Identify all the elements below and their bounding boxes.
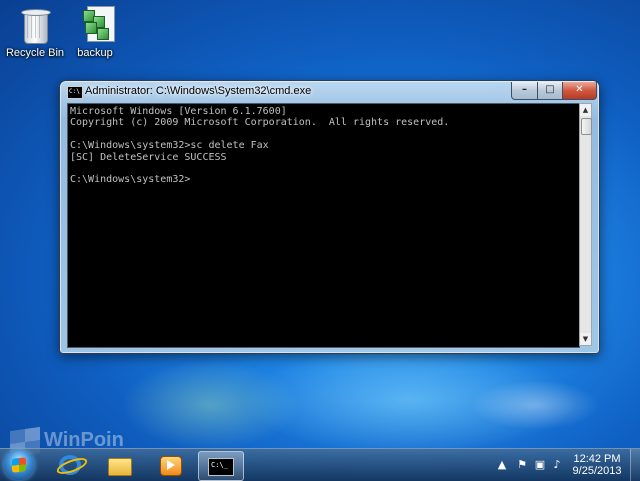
system-tray: ▲ ⚑ ▣ ♪ 12:42 PM 9/25/2013 (490, 449, 640, 481)
console-output: Microsoft Windows [Version 6.1.7600] Cop… (70, 106, 450, 186)
maximize-button[interactable]: □ (537, 82, 563, 100)
windows-flag-icon (12, 457, 26, 473)
clock[interactable]: 12:42 PM 9/25/2013 (570, 453, 624, 477)
cmd-window[interactable]: C:\ Administrator: C:\Windows\System32\c… (59, 80, 600, 354)
show-hidden-icons-arrow-icon[interactable]: ▲ (495, 458, 509, 472)
console-area[interactable]: Microsoft Windows [Version 6.1.7600] Cop… (67, 103, 580, 348)
clock-time: 12:42 PM (573, 453, 621, 465)
command-prompt-icon: C:\_ (208, 458, 234, 476)
recycle-bin-icon (15, 4, 55, 44)
start-button[interactable] (4, 450, 34, 480)
backup-label: backup (77, 47, 113, 59)
taskbar-windows-explorer[interactable] (98, 451, 138, 479)
scroll-thumb[interactable] (581, 118, 592, 135)
action-center-flag-icon[interactable]: ⚑ (515, 458, 529, 472)
minimize-button[interactable]: – (511, 82, 538, 100)
scroll-up-arrow-icon[interactable]: ▲ (580, 104, 591, 116)
cmd-title-icon: C:\ (67, 86, 83, 99)
vertical-scrollbar[interactable]: ▲ ▼ (579, 103, 592, 346)
show-desktop-button[interactable] (630, 449, 640, 481)
backup-desktop-icon[interactable]: backup (60, 4, 130, 59)
clock-date: 9/25/2013 (572, 465, 622, 477)
taskbar-internet-explorer[interactable] (50, 451, 90, 479)
network-icon[interactable]: ▣ (533, 458, 547, 472)
window-title: Administrator: C:\Windows\System32\cmd.e… (85, 85, 312, 97)
volume-icon[interactable]: ♪ (550, 458, 564, 472)
title-bar[interactable]: C:\ Administrator: C:\Windows\System32\c… (60, 81, 599, 103)
script-file-icon (75, 4, 115, 44)
close-button[interactable]: ✕ (562, 82, 597, 100)
scroll-down-arrow-icon[interactable]: ▼ (580, 333, 591, 345)
windows-explorer-icon (108, 458, 132, 476)
taskbar: C:\_ ▲ ⚑ ▣ ♪ 12:42 PM 9/25/2013 (0, 448, 640, 481)
taskbar-command-prompt[interactable]: C:\_ (198, 451, 244, 481)
taskbar-media-player[interactable] (150, 451, 190, 479)
